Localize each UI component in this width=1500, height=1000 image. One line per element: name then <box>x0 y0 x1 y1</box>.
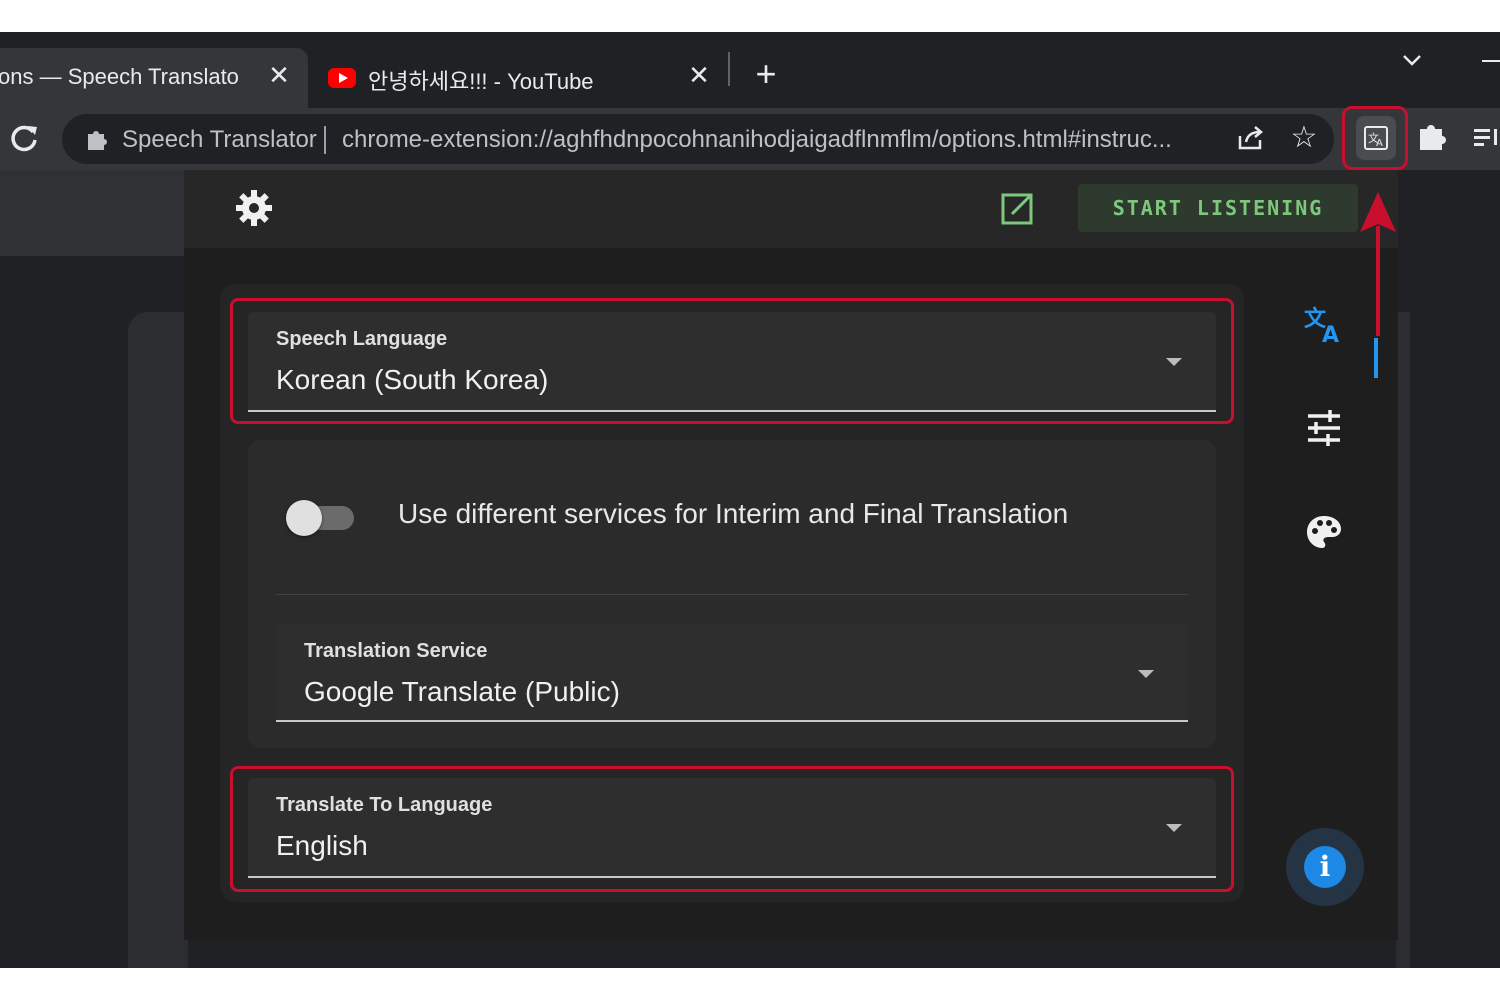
active-tab-indicator <box>1374 338 1378 378</box>
start-listening-button[interactable]: START LISTENING <box>1078 184 1358 232</box>
info-button[interactable]: i <box>1286 828 1364 906</box>
annotation-highlight-translate-to <box>230 766 1234 892</box>
extensions-icon[interactable] <box>1414 118 1450 154</box>
share-icon[interactable] <box>1234 122 1266 154</box>
tune-icon[interactable] <box>1304 408 1348 452</box>
tab-title: 안녕하세요!!! - YouTube <box>368 69 594 94</box>
different-services-toggle[interactable] <box>286 500 322 536</box>
tab-close-button[interactable]: ✕ <box>264 60 294 90</box>
translate-icon[interactable]: 文 A <box>1302 302 1346 348</box>
screenshot-stage: ons — Speech Translator ✕ 안녕하세요!!! - You… <box>0 0 1500 1000</box>
palette-icon[interactable] <box>1304 512 1348 556</box>
translation-service-label: Translation Service <box>304 640 488 662</box>
open-external-icon[interactable] <box>1000 190 1036 226</box>
toggle-label: Use different services for Interim and F… <box>398 498 1069 529</box>
tab-close-button[interactable]: ✕ <box>684 60 714 90</box>
media-control-icon[interactable] <box>1472 122 1500 152</box>
tab-speech-translator-options[interactable]: ons — Speech Translator ✕ <box>0 48 308 108</box>
reload-icon[interactable] <box>6 120 42 156</box>
dropdown-arrow-icon <box>1138 670 1154 678</box>
page-header-strip <box>0 170 184 256</box>
page-card-edge <box>1396 312 1410 968</box>
translation-service-value: Google Translate (Public) <box>304 676 620 707</box>
window-minimize-button[interactable] <box>1482 60 1500 62</box>
annotation-arrow <box>1354 192 1402 342</box>
browser-toolbar: Speech Translator chrome-extension://agh… <box>0 108 1500 170</box>
svg-text:A: A <box>1322 323 1339 346</box>
address-bar[interactable]: Speech Translator chrome-extension://agh… <box>62 114 1334 164</box>
site-label: Speech Translator <box>122 126 317 153</box>
gear-icon[interactable] <box>234 188 274 228</box>
tab-youtube[interactable]: 안녕하세요!!! - YouTube ✕ <box>312 48 732 108</box>
url-text[interactable]: chrome-extension://aghfhdnpocohnanihodja… <box>342 126 1222 154</box>
annotation-highlight-extension-icon <box>1342 106 1408 170</box>
star-icon[interactable]: ☆ <box>1288 120 1320 156</box>
popup-header: START LISTENING <box>184 170 1398 248</box>
page-card-edge <box>128 312 188 968</box>
tab-separator <box>728 52 730 86</box>
site-divider <box>324 126 326 154</box>
info-icon: i <box>1304 846 1346 888</box>
divider <box>276 594 1188 595</box>
annotation-highlight-speech-language <box>230 298 1234 424</box>
youtube-icon <box>328 68 356 88</box>
tab-search-chevron-icon[interactable] <box>1396 44 1428 76</box>
new-tab-button[interactable]: + <box>748 56 784 92</box>
translation-service-select[interactable]: Translation Service Google Translate (Pu… <box>276 624 1188 722</box>
puzzle-icon <box>82 124 112 154</box>
tab-title: ons — Speech Translator <box>0 64 238 89</box>
